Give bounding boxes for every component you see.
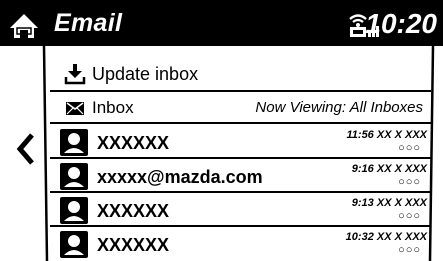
inbox-row[interactable]: Inbox Now Viewing: All Inboxes (50, 94, 431, 124)
email-time: 10:32 XX X XXX (345, 231, 427, 243)
email-list-item[interactable]: XXXXXX 9:13 XX X XXX ○○○ (50, 194, 431, 227)
email-time: 11:56 XX X XXX (346, 129, 427, 141)
email-status: ○○○ (398, 244, 421, 256)
email-sender: XXXXXX (97, 235, 170, 255)
email-time: 9:16 XX X XXX (351, 163, 427, 175)
update-inbox-button[interactable]: Update inbox (50, 58, 431, 92)
contact-avatar-icon (60, 129, 88, 156)
clock-time: 10:20 (365, 8, 437, 39)
download-icon (64, 64, 86, 85)
envelope-icon (66, 102, 84, 115)
email-status: ○○○ (398, 210, 421, 222)
now-viewing-label: Now Viewing: All Inboxes (255, 99, 423, 116)
contact-avatar-icon (60, 197, 88, 224)
email-list-item[interactable]: XXXXXX 11:56 XX X XXX ○○○ (50, 126, 431, 159)
update-inbox-label: Update inbox (92, 64, 199, 84)
contact-avatar-icon (60, 163, 88, 190)
email-sender: xxxxx@mazda.com (97, 167, 263, 187)
back-arrow-icon[interactable] (14, 132, 38, 166)
email-sender: XXXXXX (97, 201, 170, 221)
home-icon[interactable] (8, 12, 40, 40)
inbox-label: Inbox (92, 98, 134, 117)
email-list-item[interactable]: xxxxx@mazda.com 9:16 XX X XXX ○○○ (50, 160, 431, 193)
email-status: ○○○ (398, 142, 421, 154)
header-bar: Email 10:20 (0, 0, 443, 46)
contact-avatar-icon (60, 231, 88, 258)
email-list-item[interactable]: XXXXXX 10:32 XX X XXX ○○○ (50, 228, 431, 261)
page-title: Email (54, 9, 123, 37)
email-time: 9:13 XX X XXX (351, 197, 427, 209)
email-sender: XXXXXX (97, 133, 170, 153)
email-panel: Update inbox Inbox Now Viewing: All Inbo… (0, 46, 443, 261)
email-status: ○○○ (398, 176, 421, 188)
